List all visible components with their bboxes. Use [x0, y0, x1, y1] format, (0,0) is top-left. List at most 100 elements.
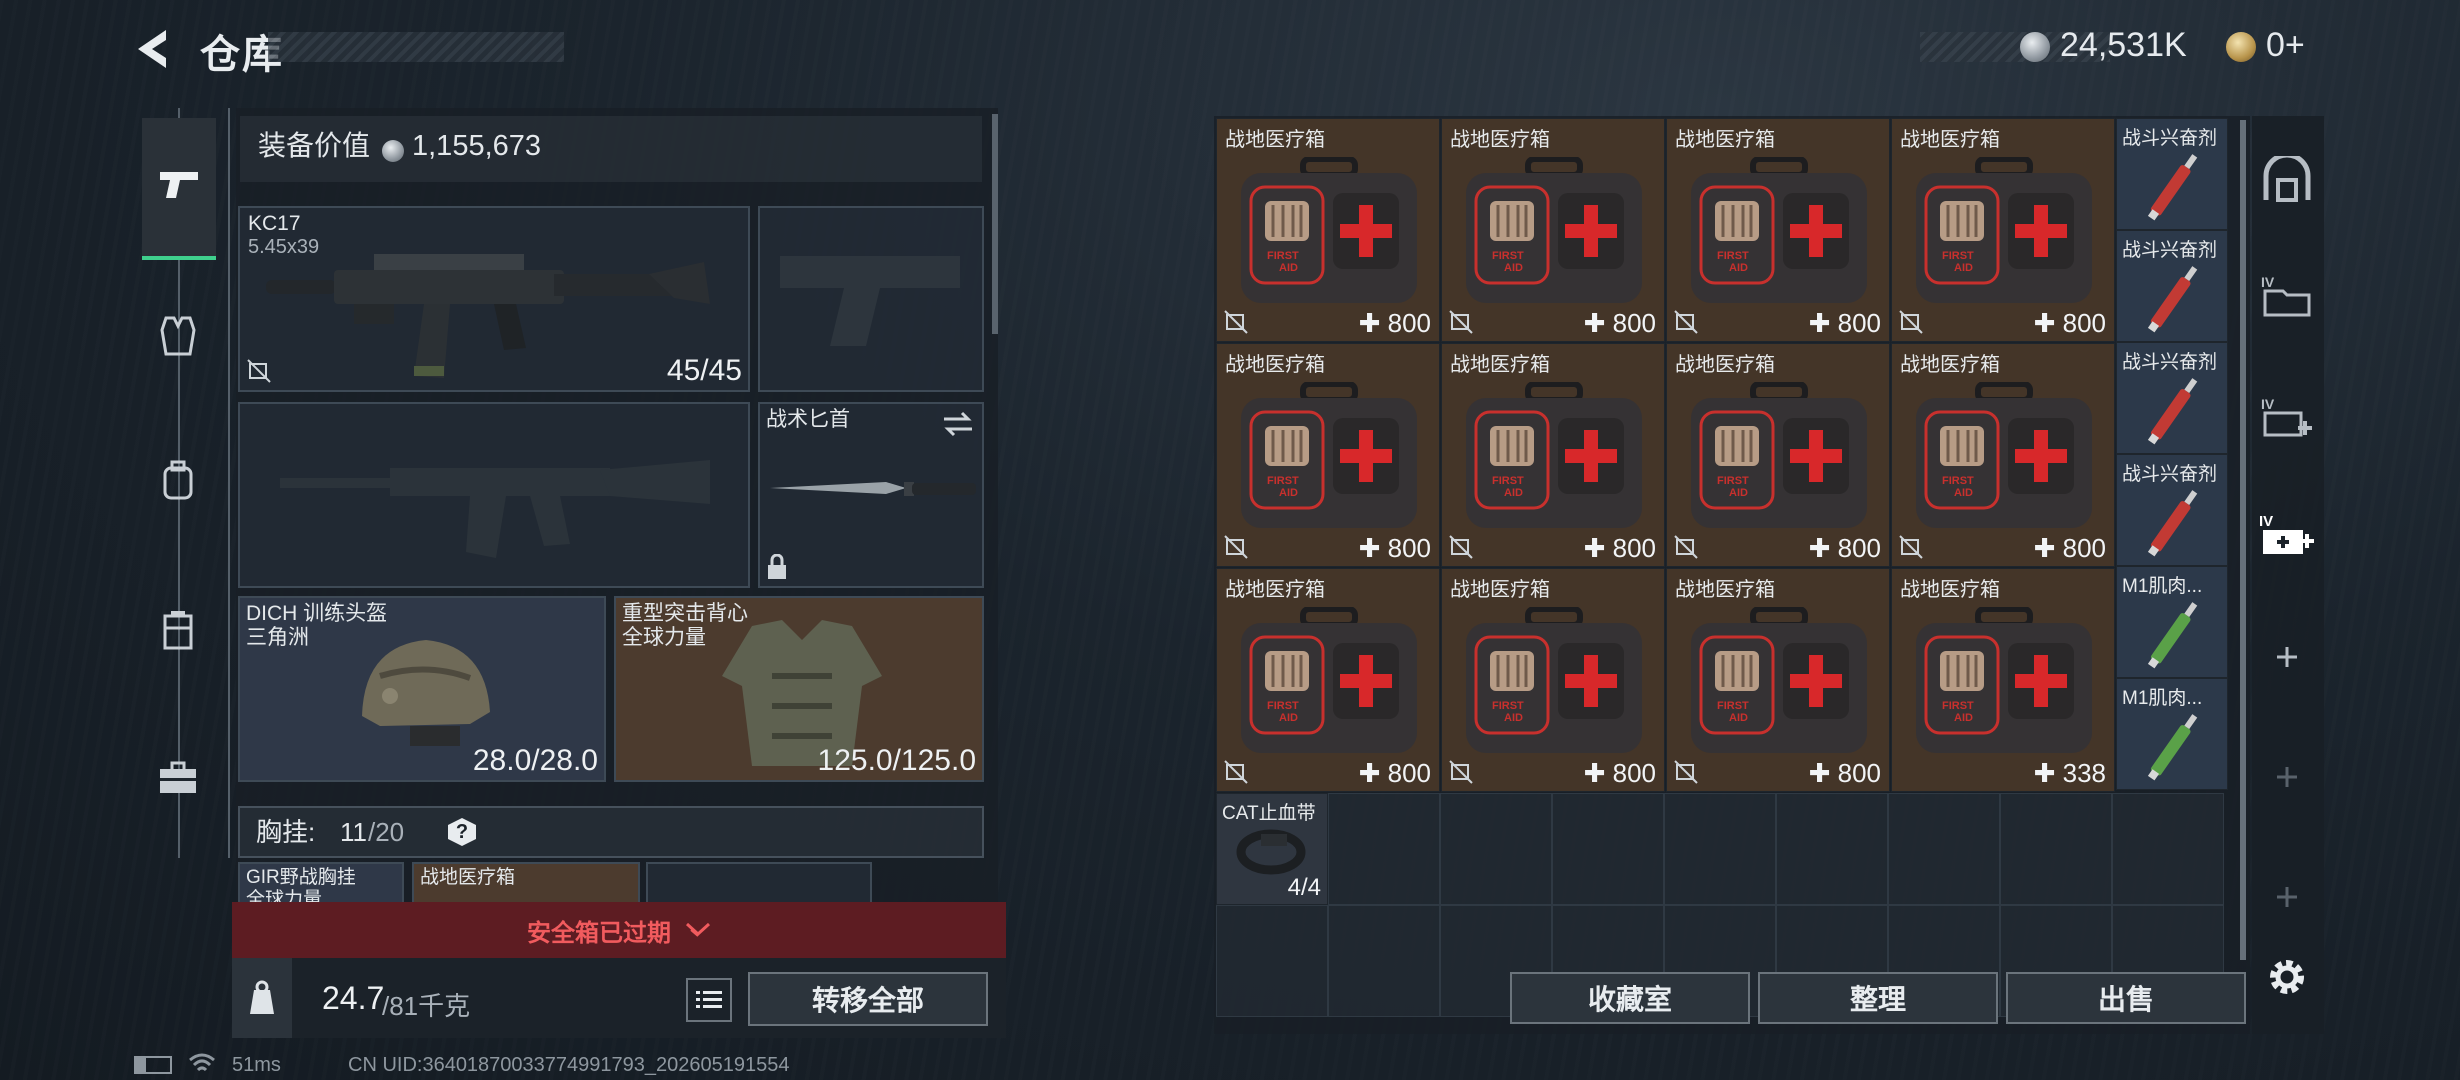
vest-icon [160, 316, 196, 356]
medkit-item[interactable]: 战地医疗箱 FIRST AID ✚ 800 [1666, 118, 1890, 342]
medkit-image: FIRST AID [1462, 606, 1646, 757]
svg-text:FIRST: FIRST [1267, 700, 1299, 712]
rifle-image [266, 254, 710, 378]
primary-weapon-slot[interactable]: KC17 5.45x39 45/45 [238, 206, 750, 392]
add-storage-button[interactable] [2254, 744, 2320, 810]
svg-text:AID: AID [1504, 487, 1523, 499]
melee-slot[interactable]: 战术匕首 [758, 402, 984, 588]
empty-slot[interactable] [1216, 905, 1328, 1017]
uid: CN UID:3640187003377499179​3_20260519155… [348, 1054, 790, 1076]
swap-icon[interactable] [942, 410, 974, 438]
medkit-item[interactable]: 战地医疗箱 FIRST AID ✚ 800 [1666, 343, 1890, 567]
armor-slot[interactable]: 重型突击背心 全球力量 125.0/125.0 [614, 596, 984, 782]
svg-text:AID: AID [1954, 712, 1973, 724]
sell-button[interactable]: 出售 [2006, 972, 2246, 1024]
svg-text:FIRST: FIRST [1492, 700, 1524, 712]
item-name: 战地医疗箱 [1450, 354, 1550, 376]
svg-text:AID: AID [1279, 262, 1298, 274]
medkit-item[interactable]: 战地医疗箱 FIRST AID ✚ 800 [1441, 568, 1665, 792]
plus-icon [2277, 887, 2297, 907]
medkit-item[interactable]: 战地医疗箱 FIRST AID ✚ 338 [1891, 568, 2115, 792]
pistol-silhouette-icon [780, 256, 960, 346]
add-storage-button[interactable] [2254, 624, 2320, 690]
melee-name: 战术匕首 [766, 408, 850, 431]
helmet-sub: 三角洲 [246, 626, 309, 649]
sort-button[interactable]: 整理 [1758, 972, 1998, 1024]
stim-item[interactable]: 战斗兴奋剂 [2116, 342, 2228, 454]
no-insure-icon [1448, 309, 1474, 335]
tab-vests[interactable] [148, 306, 208, 366]
medical-storage-add-icon: IV [2259, 513, 2314, 554]
tab-storage-5[interactable]: IV [2254, 384, 2320, 450]
medkit-item[interactable]: 战地医疗箱 FIRST AID ✚ 800 [1216, 343, 1440, 567]
tab-weapons[interactable] [142, 118, 216, 260]
tab-containers[interactable] [148, 600, 208, 660]
stim-item[interactable]: 战斗兴奋剂 [2116, 118, 2228, 230]
empty-slot[interactable] [1776, 793, 1888, 905]
tab-storage-main[interactable] [2254, 146, 2320, 212]
weight-icon-box [232, 958, 292, 1038]
secure-case-expired-banner[interactable]: 安全箱已过期 [232, 902, 1006, 958]
settings-button[interactable] [2254, 944, 2320, 1010]
empty-slot[interactable] [1552, 793, 1664, 905]
svg-text:FIRST: FIRST [1942, 475, 1974, 487]
stim-item[interactable]: 战斗兴奋剂 [2116, 230, 2228, 342]
empty-slot[interactable] [2112, 793, 2224, 905]
empty-slot[interactable] [1440, 793, 1552, 905]
svg-text:IV: IV [2261, 274, 2275, 290]
secondary-weapon-slot[interactable] [758, 206, 984, 392]
empty-slot[interactable] [1888, 793, 2000, 905]
tourniquet-item[interactable]: CAT止血带 4/4 [1216, 793, 1328, 905]
empty-slot[interactable] [1328, 793, 1440, 905]
equip-value-label: 装备价值 [258, 130, 371, 161]
help-icon[interactable]: ? [448, 818, 476, 846]
svg-text:FIRST: FIRST [1942, 700, 1974, 712]
medkit-item[interactable]: 战地医疗箱 FIRST AID ✚ 800 [1441, 343, 1665, 567]
medkit-item[interactable]: 战地医疗箱 FIRST AID ✚ 800 [1216, 118, 1440, 342]
knife-image [770, 482, 976, 496]
transfer-all-button[interactable]: 转移全部 [748, 972, 988, 1026]
medkit-item[interactable]: 战地医疗箱 FIRST AID ✚ 800 [1441, 118, 1665, 342]
weight-current: 24.7 [322, 980, 385, 1016]
silver-coin-icon [382, 140, 404, 162]
svg-text:AID: AID [1729, 487, 1748, 499]
syringe-image [2147, 266, 2198, 333]
empty-slot[interactable] [2000, 793, 2112, 905]
weight-bar: 24.7 /81千克 转移全部 [232, 958, 1006, 1038]
empty-slot[interactable] [1664, 793, 1776, 905]
svg-text:AID: AID [1279, 487, 1298, 499]
item-name: 战斗兴奋剂 [2122, 464, 2218, 485]
item-name: 战地医疗箱 [1225, 354, 1325, 376]
silver-coin-icon [2020, 32, 2050, 62]
gear-icon [2270, 960, 2304, 994]
loadout-scrollbar[interactable] [992, 114, 998, 334]
tab-storage-4[interactable]: IV [2254, 262, 2320, 328]
stim-item[interactable]: M1肌肉... [2116, 678, 2228, 790]
medkit-item[interactable]: 战地医疗箱 FIRST AID ✚ 800 [1891, 343, 2115, 567]
list-button[interactable] [686, 978, 732, 1022]
svg-text:FIRST: FIRST [1717, 700, 1749, 712]
medkit-item[interactable]: 战地医疗箱 FIRST AID ✚ 800 [1666, 568, 1890, 792]
plus-icon [2277, 767, 2297, 787]
back-arrow-icon[interactable] [132, 26, 176, 72]
helmet-slot[interactable]: DICH 训练头盔 三角洲 28.0/28.0 [238, 596, 606, 782]
medkit-image: FIRST AID [1237, 156, 1421, 307]
no-insure-icon [1673, 309, 1699, 335]
battery-icon [134, 1056, 172, 1074]
secondary-rifle-slot[interactable] [238, 402, 750, 588]
gold-balance[interactable]: 0+ [2266, 26, 2305, 65]
armor-durability: 125.0/125.0 [817, 744, 976, 777]
stim-item[interactable]: 战斗兴奋剂 [2116, 454, 2228, 566]
item-name: 战地医疗箱 [1900, 579, 2000, 601]
empty-slot[interactable] [1328, 905, 1440, 1017]
tab-cases[interactable] [148, 748, 208, 808]
container-icon [163, 611, 193, 650]
tab-backpacks[interactable] [148, 450, 208, 510]
medkit-item[interactable]: 战地医疗箱 FIRST AID ✚ 800 [1216, 568, 1440, 792]
tab-storage-6-selected[interactable]: IV [2254, 502, 2320, 568]
medkit-item[interactable]: 战地医疗箱 FIRST AID ✚ 800 [1891, 118, 2115, 342]
collection-room-button[interactable]: 收藏室 [1510, 972, 1750, 1024]
add-storage-button[interactable] [2254, 864, 2320, 930]
storage-scrollbar[interactable] [2240, 120, 2246, 960]
stim-item[interactable]: M1肌肉... [2116, 566, 2228, 678]
